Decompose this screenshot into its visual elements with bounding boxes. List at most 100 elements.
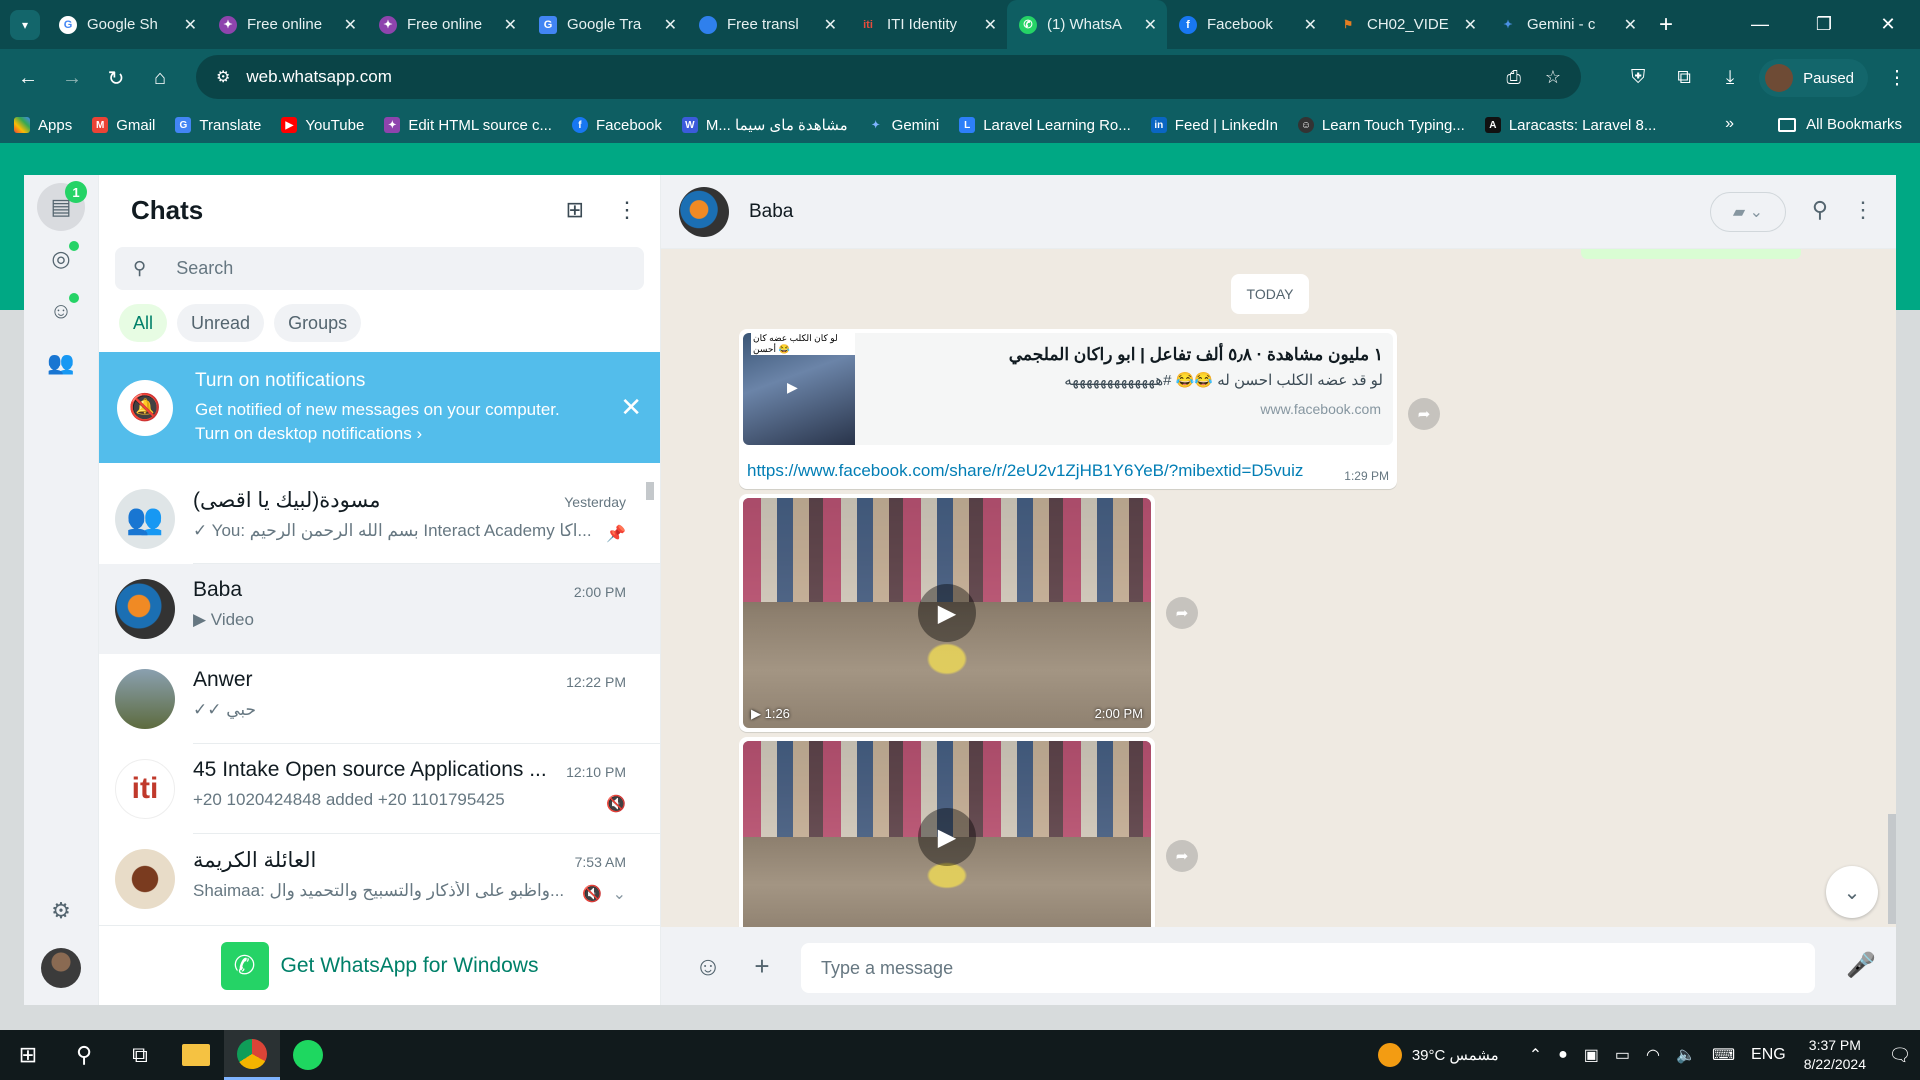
message-link[interactable]: https://www.facebook.com/share/r/2eU2v1Z… [747,461,1303,481]
close-tab-icon[interactable]: ✕ [1144,15,1157,35]
get-whatsapp-windows-link[interactable]: ✆ Get WhatsApp for Windows [99,925,660,1005]
channels-nav-button[interactable]: ☺ [37,287,85,335]
forward-icon[interactable]: ➦ [1166,597,1198,629]
close-tab-icon[interactable]: ✕ [1464,15,1477,35]
bookmark-edit-html[interactable]: ✦ Edit HTML source c... [384,117,552,134]
reload-icon[interactable]: ↻ [94,66,138,91]
video-message[interactable]: ▶ ▶ 1:26 2:00 PM [739,494,1155,732]
chevron-down-icon[interactable]: ⌄ [613,884,626,904]
close-tab-icon[interactable]: ✕ [824,15,837,35]
bookmark-mycima[interactable]: W M... مشاهدة ماى سيما [681,116,848,134]
close-tab-icon[interactable]: ✕ [504,15,517,35]
chat-item[interactable]: iti 45 Intake Open source Applications .… [99,744,660,834]
tab-search-button[interactable]: ▾ [10,9,40,40]
filter-unread[interactable]: Unread [177,304,265,342]
bookmark-laracasts[interactable]: A Laracasts: Laravel 8... [1484,117,1656,134]
address-bar[interactable]: ⚙ web.whatsapp.com ⎙ ☆ [196,55,1581,99]
close-tab-icon[interactable]: ✕ [984,15,997,35]
communities-nav-button[interactable]: 👥 [37,339,85,387]
restore-icon[interactable]: ❐ [1792,14,1856,35]
attach-plus-icon[interactable]: + [735,951,789,982]
bookmark-youtube[interactable]: ▶ YouTube [281,117,364,134]
microphone-icon[interactable]: 🎤 [1846,951,1876,980]
profile-button[interactable]: Paused [1759,59,1868,97]
enable-notifications-link[interactable]: Turn on desktop notifications › [195,422,560,446]
chatlist-scrollbar[interactable] [646,482,654,500]
forward-icon[interactable]: ➦ [1408,398,1440,430]
bookmark-gmail[interactable]: M Gmail [92,117,155,134]
link-preview-card[interactable]: لو كان الكلب عضه كان أحسن 😂 ▶ ١ مليون مش… [743,333,1393,445]
wifi-icon[interactable]: ◠ [1646,1045,1660,1065]
menu-icon[interactable]: ⋮ [616,197,638,223]
play-icon[interactable]: ▶ [918,584,976,642]
filter-all[interactable]: All [119,304,168,342]
play-icon[interactable]: ▶ [918,808,976,866]
browser-menu-icon[interactable]: ⋮ [1874,67,1920,90]
chat-item[interactable]: العائلة الكريمة 7:53 AM Shaimaa: واظبو ع… [99,834,660,924]
download-icon[interactable]: ⤓ [1707,67,1753,89]
search-input[interactable]: ⚲ Search [115,247,644,290]
install-app-icon[interactable]: ⎙ [1506,67,1520,88]
battery-icon[interactable]: ▭ [1615,1045,1630,1065]
message-input[interactable]: Type a message [801,943,1815,993]
video-call-button[interactable]: ▰ ⌄ [1710,192,1786,232]
app-tray-icon[interactable]: ● [1558,1046,1568,1064]
bookmark-facebook[interactable]: f Facebook [571,117,662,134]
conversation-scrollbar[interactable] [1888,814,1896,924]
close-tab-icon[interactable]: ✕ [1624,15,1637,35]
menu-icon[interactable]: ⋮ [1852,197,1874,223]
tab-facebook[interactable]: f Facebook ✕ [1167,0,1327,49]
new-tab-button[interactable]: + [1659,11,1673,39]
filter-groups[interactable]: Groups [274,304,362,342]
more-bookmarks-icon[interactable]: » [1725,115,1734,133]
search-icon[interactable]: ⚲ [1812,197,1828,223]
bookmark-gemini[interactable]: ✦ Gemini [868,117,939,134]
extensions-icon[interactable]: ⧉ [1661,67,1707,89]
link-message-bubble[interactable]: لو كان الكلب عضه كان أحسن 😂 ▶ ١ مليون مش… [739,329,1397,489]
bookmark-laravel-roadmap[interactable]: L Laravel Learning Ro... [959,117,1131,134]
close-banner-icon[interactable]: ✕ [620,392,642,423]
close-tab-icon[interactable]: ✕ [664,15,677,35]
scroll-to-bottom-button[interactable]: ⌄ [1826,866,1878,918]
all-bookmarks-button[interactable]: All Bookmarks [1778,116,1902,133]
new-chat-icon[interactable]: ⊞ [566,197,584,223]
minimize-icon[interactable]: — [1728,14,1792,35]
chevron-up-icon[interactable]: ⌃ [1529,1045,1542,1065]
emoji-icon[interactable]: ☺ [681,951,735,982]
tab-free-online-2[interactable]: ✦ Free online ✕ [367,0,527,49]
windows-start-icon[interactable]: ⊞ [0,1030,56,1080]
settings-nav-button[interactable]: ⚙ [37,887,85,935]
close-tab-icon[interactable]: ✕ [1304,15,1317,35]
device-icon[interactable]: ▣ [1584,1045,1599,1065]
contact-name[interactable]: Baba [749,201,793,223]
home-icon[interactable]: ⌂ [138,67,182,90]
bookmark-apps[interactable]: Apps [14,117,72,134]
task-view-icon[interactable]: ⧉ [112,1030,168,1080]
tab-google-sheets[interactable]: G Google Sh ✕ [47,0,207,49]
close-tab-icon[interactable]: ✕ [344,15,357,35]
conversation-header[interactable]: Baba ▰ ⌄ ⚲ ⋮ [661,175,1896,249]
notification-center-icon[interactable]: 🗨 [1880,1045,1920,1066]
bookmark-star-icon[interactable]: ☆ [1545,67,1561,88]
profile-avatar[interactable] [41,948,81,988]
search-icon[interactable]: ⚲ [56,1030,112,1080]
keyboard-icon[interactable]: ⌨ [1712,1045,1735,1065]
site-info-icon[interactable]: ⚙ [216,67,230,87]
chats-nav-button[interactable]: ▤ 1 [37,181,87,231]
tab-ch02-video[interactable]: ⚑ CH02_VIDE ✕ [1327,0,1487,49]
language-indicator[interactable]: ENG [1751,1046,1786,1064]
weather-text[interactable]: 39°C مشمس [1412,1046,1499,1064]
shield-extension-icon[interactable]: ⛨ [1615,67,1661,89]
tab-free-online-1[interactable]: ✦ Free online ✕ [207,0,367,49]
back-icon[interactable]: ← [6,67,50,90]
spotify-icon[interactable] [280,1030,336,1080]
bookmark-linkedin[interactable]: in Feed | LinkedIn [1150,117,1278,134]
status-nav-button[interactable]: ◎ [37,235,85,283]
tab-whatsapp[interactable]: ✆ (1) WhatsA ✕ [1007,0,1167,49]
tab-iti-identity[interactable]: iti ITI Identity ✕ [847,0,1007,49]
chat-item[interactable]: 👥 مسودة(لبيك يا اقصى) Yesterday ✓ You: ب… [99,474,660,564]
tab-gemini[interactable]: ✦ Gemini - c ✕ [1487,0,1647,49]
contact-avatar[interactable] [679,186,729,237]
bookmark-translate[interactable]: G Translate [175,117,261,134]
chat-item[interactable]: Anwer 12:22 PM ✓✓ حبي [99,654,660,744]
